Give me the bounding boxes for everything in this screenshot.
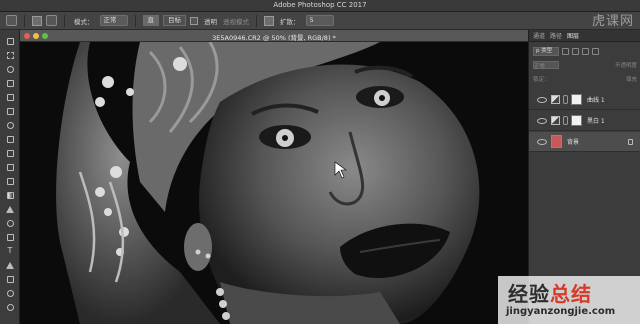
panel-tabs: 通道 路径 图层	[529, 30, 640, 42]
marquee-tool-icon[interactable]	[4, 50, 16, 60]
layer-thumbnail	[551, 135, 562, 148]
transparent-checkbox[interactable]	[190, 16, 198, 25]
pen-tool-icon[interactable]	[4, 232, 16, 242]
layer-row-curves[interactable]: 曲线 1	[529, 90, 640, 110]
blend-mode-select[interactable]: 正常	[533, 61, 559, 70]
visibility-eye-icon[interactable]	[537, 96, 547, 103]
lock-icon	[628, 139, 633, 145]
transparent-label: 透明	[204, 17, 217, 26]
options-bar: 模式： 正常 直 目标 透明 透视模式 扩散： 5	[0, 12, 640, 30]
visibility-eye-icon[interactable]	[537, 117, 547, 124]
portrait-photo	[20, 42, 528, 324]
brush-settings-icon[interactable]	[46, 15, 57, 26]
eyedropper-tool-icon[interactable]	[4, 106, 16, 116]
options-separator	[24, 14, 25, 27]
mode-label: 模式：	[74, 17, 94, 26]
tab-channels[interactable]: 通道	[533, 31, 545, 40]
black-white-adjustment-icon	[551, 116, 560, 125]
watermark-part1: 经验	[508, 282, 550, 306]
tool-preset-icon[interactable]	[6, 15, 17, 26]
diffuse-select[interactable]: 5	[305, 15, 334, 26]
gradient-tool-icon[interactable]	[4, 190, 16, 200]
option-button-2[interactable]: 目标	[163, 15, 186, 26]
watermark-box: 经验总结 jingyanzongjie.com	[498, 276, 640, 324]
filter-shape-icon[interactable]	[592, 47, 599, 55]
document-canvas[interactable]	[20, 42, 528, 324]
curves-adjustment-icon	[551, 95, 560, 104]
visibility-eye-icon[interactable]	[537, 138, 547, 145]
document-tab[interactable]: 3E5A0946.CR2 @ 50% (背景, RGB/8) *	[20, 30, 528, 42]
link-icon	[563, 116, 568, 125]
filter-adjustment-icon[interactable]	[572, 47, 579, 55]
layer-row-black-white[interactable]: 黑白 1	[529, 111, 640, 131]
watermark-title: 经验总结	[508, 278, 592, 307]
fill-label: 填充	[625, 77, 637, 83]
brush-preset-icon[interactable]	[32, 15, 42, 26]
crop-tool-icon[interactable]	[4, 92, 16, 102]
history-brush-tool-icon[interactable]	[4, 162, 16, 172]
filter-pixel-icon[interactable]	[562, 47, 569, 55]
watermark-top: 虎课网	[591, 14, 634, 29]
disabled-option-label: 透视模式	[223, 17, 249, 26]
document-title: 3E5A0946.CR2 @ 50% (背景, RGB/8) *	[212, 34, 336, 42]
hand-tool-icon[interactable]	[4, 288, 16, 298]
layer-name: 曲线 1	[587, 97, 605, 104]
watermark-url: jingyanzongjie.com	[506, 306, 616, 317]
path-select-tool-icon[interactable]	[4, 260, 16, 270]
layer-name: 黑白 1	[587, 118, 605, 125]
layer-row-background[interactable]: 背景	[529, 132, 640, 152]
lock-row: 锁定： 填充	[533, 74, 637, 84]
mode-select[interactable]: 正常	[99, 15, 128, 26]
tools-panel: T	[0, 30, 20, 324]
options-separator	[64, 14, 65, 27]
title-bar: Adobe Photoshop CC 2017	[0, 0, 640, 12]
watermark-part2: 总结	[550, 282, 592, 306]
photoshop-app: Adobe Photoshop CC 2017 模式： 正常 直 目标 透明 透…	[0, 0, 640, 324]
lock-label: 锁定：	[533, 77, 550, 83]
shape-tool-icon[interactable]	[4, 274, 16, 284]
layer-mask-thumbnail[interactable]	[571, 94, 582, 105]
layer-filter-select[interactable]: p 类型	[533, 46, 559, 56]
type-tool-icon[interactable]: T	[4, 246, 16, 256]
lasso-tool-icon[interactable]	[4, 64, 16, 74]
quick-select-tool-icon[interactable]	[4, 78, 16, 88]
layer-mask-thumbnail[interactable]	[571, 115, 582, 126]
eraser-tool-icon[interactable]	[4, 176, 16, 186]
option-button-1[interactable]: 直	[142, 15, 159, 26]
tab-paths[interactable]: 路径	[550, 31, 562, 40]
layer-name: 背景	[567, 139, 580, 146]
window-title: Adobe Photoshop CC 2017	[273, 1, 367, 9]
clone-stamp-tool-icon[interactable]	[4, 148, 16, 158]
tab-layers[interactable]: 图层	[567, 31, 579, 40]
blend-row: 正常 不透明度	[533, 60, 637, 70]
sample-icon[interactable]	[264, 15, 274, 26]
options-separator	[134, 14, 136, 27]
link-icon	[563, 95, 568, 104]
healing-brush-tool-icon[interactable]	[4, 120, 16, 130]
dodge-tool-icon[interactable]	[4, 218, 16, 228]
zoom-tool-icon[interactable]	[4, 302, 16, 312]
brush-tool-icon[interactable]	[4, 134, 16, 144]
layer-filter-row: p 类型	[533, 46, 637, 56]
blur-tool-icon[interactable]	[4, 204, 16, 214]
opacity-label: 不透明度	[614, 63, 637, 69]
diffuse-label: 扩散：	[280, 17, 300, 26]
blend-mode-value: 正常	[534, 64, 546, 70]
options-separator	[256, 14, 257, 27]
filter-type-icon[interactable]	[582, 47, 589, 55]
move-tool-icon[interactable]	[4, 36, 16, 46]
